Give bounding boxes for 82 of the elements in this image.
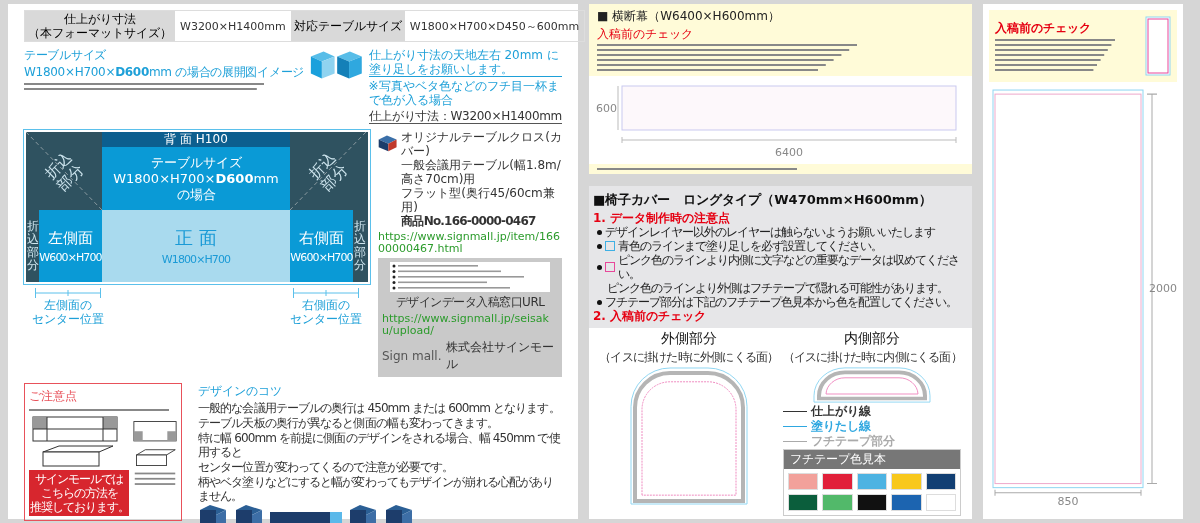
note-text: フチテープ部分は下記のフチテープ色見本から色を配置してください。	[605, 295, 957, 309]
product-link[interactable]: https://www.signmall.jp/item/16600000467.html	[378, 231, 562, 255]
product-spec: フラット型(奥行45/60cm兼用)	[401, 186, 556, 214]
part-subtitle: （イスに掛けた時に外側にくる面）	[599, 349, 779, 366]
product-name: オリジナルテーブルクロス(カバー)	[401, 130, 562, 158]
note-text: ピンク色のラインより外側はフチテープで隠れる可能性があります。	[607, 281, 948, 295]
face-name: 右側面	[299, 228, 344, 248]
center-mark-label: 右側面の	[302, 298, 350, 312]
spec-label: 仕上がり寸法	[64, 12, 136, 26]
dimension-label: 850	[1057, 494, 1079, 506]
face-name: 正 面	[175, 226, 217, 250]
legend-label: 塗りたし線	[810, 419, 871, 433]
upload-label: デザインデータ入稿窓口URL	[395, 294, 545, 311]
check-title: 入稿前のチェック	[597, 27, 694, 41]
bullet-icon	[597, 229, 602, 235]
fold-label: 折込部分	[304, 147, 352, 195]
spec-label: （本フォーマットサイズ）	[28, 26, 172, 40]
face-size: W600×H700	[290, 250, 353, 264]
table-size-label: の場合	[176, 186, 216, 203]
heading: テーブルサイズ	[24, 48, 107, 63]
recommend-text: サインモールでは	[35, 472, 123, 486]
legend-line	[782, 440, 807, 442]
swatch-title: フチテープ色見本	[784, 450, 961, 469]
notice-title: ご注意点	[29, 388, 78, 405]
logo: Sign mall.	[382, 349, 442, 363]
part-title: 外側部分	[660, 330, 717, 348]
fold-label: 折込部分	[26, 217, 39, 275]
face-size: W1800×H700	[161, 253, 231, 266]
fold-label: 折込部分	[40, 147, 88, 195]
table-size-label: テーブルサイズ	[150, 154, 242, 171]
bleed-note: 仕上がり寸法の天地左右 20mm に塗り足しをお願いします。	[368, 48, 562, 77]
table-size-label: W1800×H700×D600mm	[113, 170, 279, 187]
back-label: 背 面 H100	[102, 132, 290, 147]
legend-line	[782, 425, 807, 427]
banner-preview-drawing	[1145, 16, 1171, 76]
note-text: デザインレイヤー以外のレイヤーは触らないようお願いいたします	[605, 225, 935, 239]
bleed-note-sub: ※写真やベタ色などのフチ目一杯まで色が入る場合	[368, 79, 560, 107]
product-number: 商品No.166-0000-0467	[401, 214, 537, 228]
center-mark-label: センター位置	[290, 312, 362, 326]
section-title: 1. データ制作時の注意点	[593, 211, 732, 225]
fold-label: 折込部分	[353, 217, 366, 275]
spec-label: 対応テーブルサイズ	[293, 19, 402, 33]
check-title: 入稿前のチェック	[995, 20, 1092, 35]
dimension-line	[293, 288, 359, 298]
note-text: ピンク色のラインより内側に文字などの重要なデータは収めてください。	[618, 253, 960, 281]
square-icon	[605, 241, 615, 251]
bullet-icon	[597, 243, 602, 249]
tips-text: 柄やベタ塗りなどにすると幅が変わってもデザインが崩れる心配がありません。	[198, 475, 555, 503]
dimension-label: 2000	[1149, 281, 1177, 295]
spec-value: W1800×H700×D450～600mm	[408, 18, 581, 35]
tips-text: センター位置が変わってくるので注意が必要です。	[198, 460, 455, 474]
face-name: 左側面	[48, 228, 93, 248]
tips-title: デザインのコツ	[198, 383, 283, 400]
company-name: 株式会社サインモール	[445, 339, 555, 373]
section-title: 2. 入稿前のチェック	[593, 309, 708, 323]
dimension-label: 6400	[774, 146, 803, 158]
recommend-text: 推奨しております。	[29, 500, 129, 514]
center-mark-label: 左側面の	[44, 298, 92, 312]
legend-label: フチテープ部分	[810, 434, 895, 448]
face-size: W600×H700	[39, 250, 102, 264]
dimension-label: 600	[595, 102, 617, 115]
recommend-text: こちらの方法を	[40, 486, 118, 500]
page-title: ■ 横断幕（W6400×H600mm）	[597, 8, 781, 25]
legend-line	[782, 410, 807, 412]
tips-text: 特に幅 600mm を前提に側面のデザインをされる場合、幅 450mm で使用すると	[198, 431, 561, 459]
part-title: 内側部分	[844, 330, 901, 348]
heading: W1800×H700×D600mm の場合の展開図イメージ	[24, 65, 304, 80]
tips-text: 一般的な会議用テーブルの奥行は 450mm または 600mm となります。	[198, 401, 561, 415]
tips-text: テーブル天板の奥行が異なると側面の幅も変わってきます。	[198, 416, 499, 430]
spec-value: W3200×H1400mm	[179, 18, 287, 35]
square-icon	[605, 262, 615, 272]
finished-size-note: 仕上がり寸法：W3200×H1400mm	[368, 109, 562, 124]
page-title: ■椅子カバー ロングタイプ（W470mm×H600mm）	[593, 191, 933, 209]
bullet-icon	[597, 264, 602, 270]
bullet-icon	[597, 299, 602, 305]
legend-label: 仕上がり線	[810, 404, 871, 418]
product-spec: 一般会議用テーブル(幅1.8m/高さ70cm)用	[401, 158, 562, 186]
upload-link[interactable]: https://www.signmall.jp/seisaku/upload/	[382, 313, 558, 337]
part-subtitle: （イスに掛けた時に内側にくる面）	[782, 349, 962, 366]
note-text: 青色のラインまで塗り足しを必ず設置してください。	[618, 239, 882, 253]
dimension-line	[35, 288, 101, 298]
center-mark-label: センター位置	[32, 312, 104, 326]
